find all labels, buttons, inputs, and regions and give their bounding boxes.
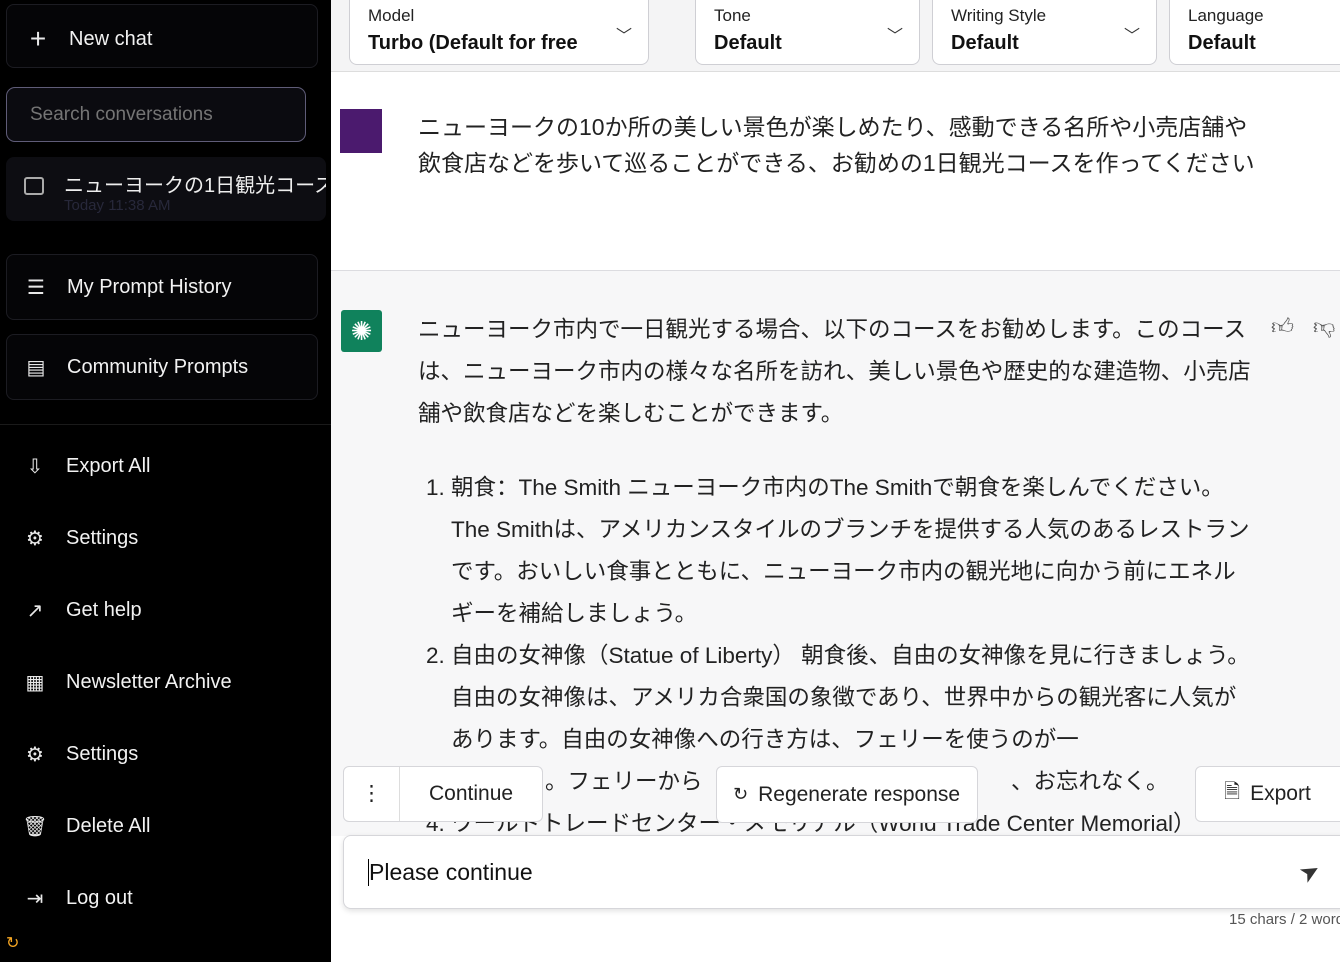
export-button[interactable]: 🗎 Export bbox=[1195, 766, 1340, 822]
language-label: Language bbox=[1188, 6, 1264, 25]
writing-style-value: Default bbox=[951, 32, 1019, 54]
label: Settings bbox=[66, 527, 139, 549]
message-input-value: Please continue bbox=[368, 858, 533, 886]
community-prompts-button[interactable]: ▤ Community Prompts bbox=[6, 334, 318, 400]
sidebar-item-export-all[interactable]: ⇩ Export All bbox=[22, 454, 151, 479]
continue-button[interactable]: Continue bbox=[400, 782, 513, 806]
sidebar-item-newsletter-archive[interactable]: ▦ Newsletter Archive bbox=[22, 670, 232, 695]
more-options-button[interactable]: ⋮ bbox=[344, 767, 400, 821]
chevron-down-icon: ﹀ bbox=[1123, 28, 1140, 45]
sidebar-item-log-out[interactable]: ⇥ Log out bbox=[22, 886, 133, 911]
label: Settings bbox=[66, 743, 139, 765]
user-message-text: ニューヨークの10か所の美しい景色が楽しめたり、感動できる名所や小売店舗や飲食店… bbox=[418, 114, 1255, 176]
chatgpt-logo-icon: ✺ bbox=[341, 310, 382, 352]
history-stack-icon: ☰ bbox=[27, 277, 45, 299]
label: Export All bbox=[66, 455, 151, 477]
new-chat-button[interactable]: + New chat bbox=[6, 4, 318, 68]
list-item: 自由の女神像（Statue of Liberty） 朝食後、自由の女神像を見に行… bbox=[451, 635, 1258, 761]
sidebar-item-settings[interactable]: ⚙ Settings bbox=[22, 526, 138, 551]
file-download-icon: 🗎 bbox=[1224, 781, 1241, 803]
sidebar-item-get-help[interactable]: ↗ Get help bbox=[22, 598, 142, 623]
conversation-title: ニューヨークの1日観光コース bbox=[64, 175, 326, 197]
user-message: ニューヨークの10か所の美しい景色が楽しめたり、感動できる名所や小売店舗や飲食店… bbox=[331, 72, 1340, 271]
tone-select[interactable]: Tone Default ﹀ bbox=[695, 0, 920, 65]
send-icon[interactable]: ➤ bbox=[1294, 855, 1326, 890]
sidebar-item-delete-all[interactable]: 🗑 Delete All bbox=[22, 814, 151, 839]
new-chat-label: New chat bbox=[69, 27, 153, 50]
plus-icon: + bbox=[29, 23, 47, 54]
partial-text: 。フェリーから bbox=[545, 769, 703, 794]
chat-bubble-icon bbox=[24, 177, 44, 195]
my-prompt-history-label: My Prompt History bbox=[67, 276, 232, 298]
writing-style-label: Writing Style bbox=[951, 6, 1047, 25]
label: Delete All bbox=[66, 815, 151, 837]
external-link-icon: ↗ bbox=[26, 600, 44, 622]
regenerate-response-button[interactable]: ↻ Regenerate response bbox=[716, 766, 978, 823]
message-input[interactable]: Please continue ➤ bbox=[343, 835, 1340, 909]
chevron-down-icon: ﹀ bbox=[886, 28, 903, 45]
sidebar: +New chat ニューヨークの1日観光コース Today 11:38 AM … bbox=[0, 0, 331, 962]
list-item: 朝食：The Smith ニューヨーク市内のThe Smithで朝食を楽しんでく… bbox=[451, 467, 1258, 635]
language-select[interactable]: Language Default bbox=[1169, 0, 1340, 65]
sidebar-item-settings-2[interactable]: ⚙ Settings bbox=[22, 742, 138, 767]
thumbs-down-icon[interactable]: 👎︎ bbox=[1313, 313, 1335, 340]
user-avatar bbox=[340, 109, 382, 153]
main: ニューヨークの10か所の美しい景色が楽しめたり、感動できる名所や小売店舗や飲食店… bbox=[331, 0, 1340, 962]
model-label: Model bbox=[368, 6, 415, 25]
refresh-icon: ↻ bbox=[733, 784, 749, 804]
model-value: Turbo (Default for free bbox=[368, 32, 578, 54]
settings-bar: Model Turbo (Default for free ﹀ Tone Defaul… bbox=[331, 0, 1340, 72]
export-icon: ⇩ bbox=[26, 456, 44, 478]
tone-label: Tone bbox=[714, 6, 751, 25]
model-select[interactable]: Model Turbo (Default for free ﹀ bbox=[349, 0, 649, 65]
thumbs-up-icon[interactable]: 👍︎ bbox=[1271, 313, 1294, 340]
trash-icon: 🗑 bbox=[22, 816, 48, 838]
assistant-intro: ニューヨーク市内で一日観光する場合、以下のコースをお勧めします。このコースは、ニ… bbox=[418, 317, 1251, 426]
label: Get help bbox=[66, 599, 142, 621]
label: Newsletter Archive bbox=[66, 671, 232, 693]
chevron-down-icon: ﹀ bbox=[615, 28, 632, 45]
logout-icon: ⇥ bbox=[26, 888, 44, 910]
divider bbox=[0, 424, 331, 425]
gear-icon: ⚙ bbox=[26, 528, 44, 550]
gear-icon: ⚙ bbox=[26, 744, 44, 766]
export-label: Export bbox=[1250, 782, 1311, 805]
language-value: Default bbox=[1188, 32, 1256, 54]
document-icon: ▤ bbox=[26, 357, 46, 379]
assistant-message: ✺ ニューヨーク市内で一日観光する場合、以下のコースをお勧めします。このコースは… bbox=[331, 271, 1340, 836]
search-input[interactable] bbox=[6, 87, 306, 142]
writing-style-select[interactable]: Writing Style Default ﹀ bbox=[932, 0, 1157, 65]
continue-group: ⋮ Continue bbox=[343, 766, 543, 822]
refresh-icon[interactable]: ↻ bbox=[6, 933, 19, 953]
conversation-time: Today 11:38 AM bbox=[64, 197, 171, 214]
tone-value: Default bbox=[714, 32, 782, 54]
community-prompts-label: Community Prompts bbox=[67, 356, 249, 378]
regenerate-label: Regenerate response bbox=[758, 782, 961, 806]
partial-text: 、お忘れなく。 bbox=[1011, 769, 1169, 794]
my-prompt-history-button[interactable]: ☰ My Prompt History bbox=[6, 254, 318, 320]
char-counter: 15 chars / 2 words bbox=[1229, 911, 1340, 928]
label: Log out bbox=[66, 887, 133, 909]
conversation-item[interactable]: ニューヨークの1日観光コース Today 11:38 AM bbox=[6, 157, 326, 221]
newsletter-icon: ▦ bbox=[25, 672, 45, 694]
